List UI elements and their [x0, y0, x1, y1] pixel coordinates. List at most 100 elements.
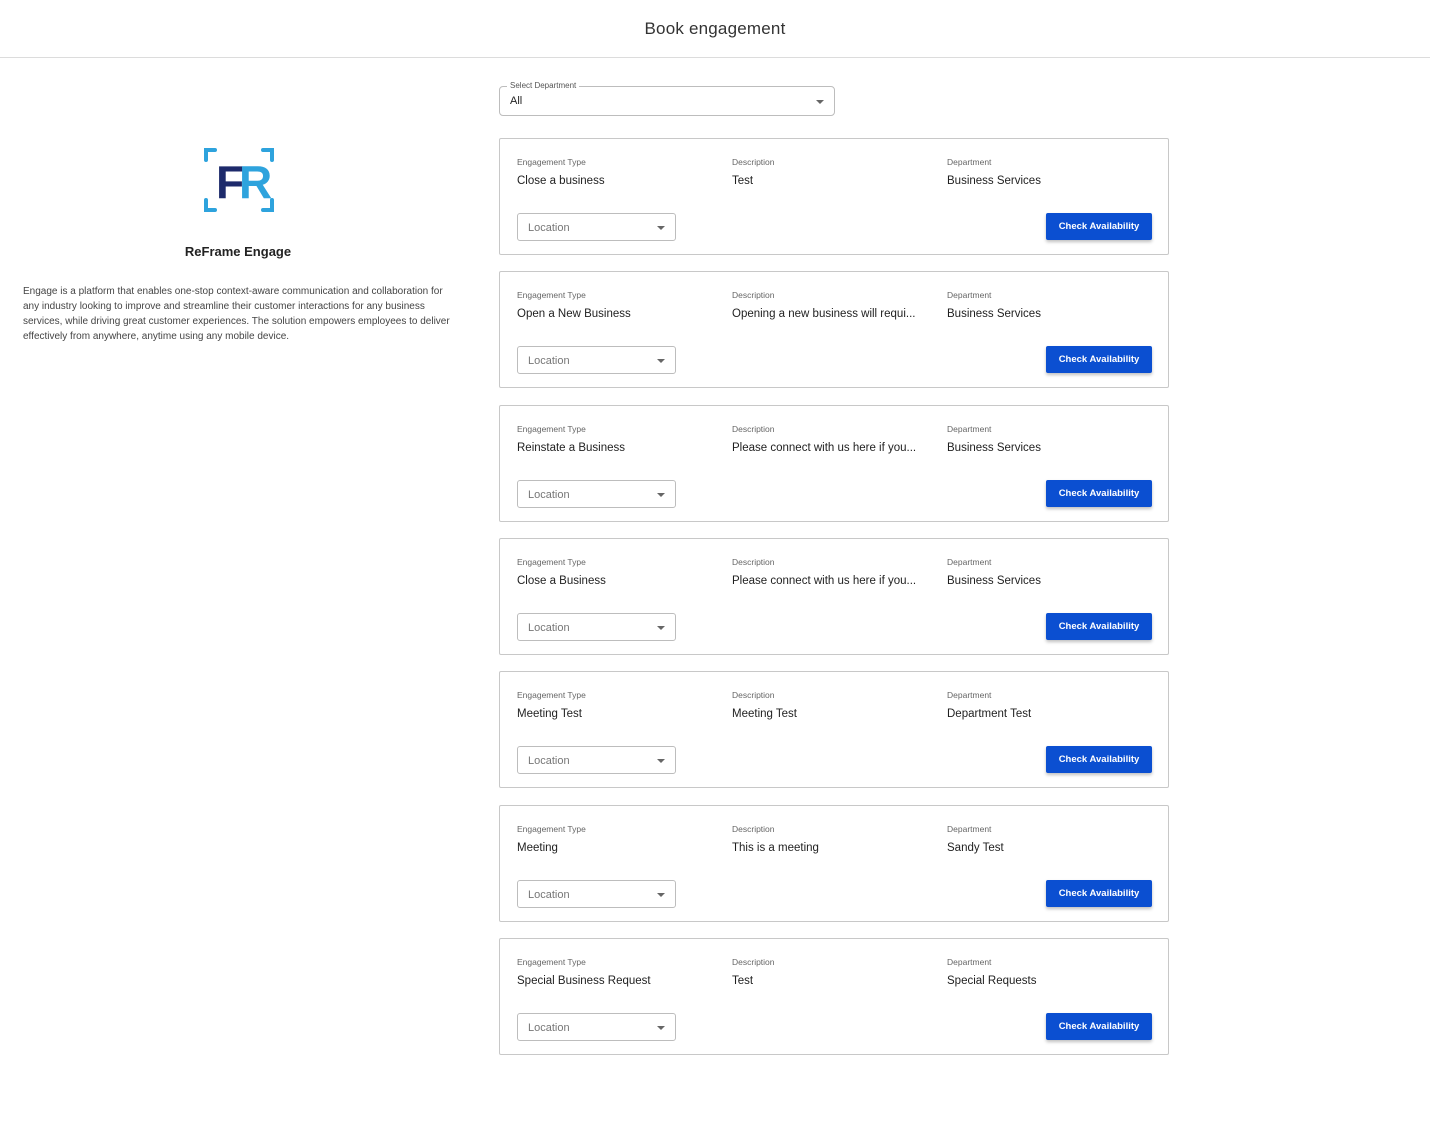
location-placeholder: Location [528, 1022, 570, 1034]
department-field: Department Business Services [947, 157, 1152, 188]
engagement-card: Engagement Type Special Business Request D… [499, 938, 1169, 1055]
chevron-down-icon [657, 226, 665, 230]
engagement-type-value: Close a Business [517, 575, 606, 587]
engagement-type-field: Engagement Type Meeting [517, 824, 722, 855]
engagement-card: Engagement Type Meeting Test Description Me… [499, 671, 1169, 788]
department-field: Department Business Services [947, 557, 1152, 588]
engagement-type-label: Engagement Type [517, 157, 586, 167]
description-value: Meeting Test [732, 708, 797, 720]
description-field: Description Please connect with us here i… [732, 424, 937, 455]
department-value: Sandy Test [947, 842, 1004, 854]
location-placeholder: Location [528, 489, 570, 501]
check-availability-button[interactable]: Check Availability [1046, 213, 1152, 240]
description-label: Description [732, 557, 775, 567]
check-availability-button[interactable]: Check Availability [1046, 880, 1152, 907]
location-placeholder: Location [528, 889, 570, 901]
engagement-type-label: Engagement Type [517, 824, 586, 834]
page-title: Book engagement [644, 18, 786, 38]
department-value: Business Services [947, 575, 1041, 587]
engagement-type-field: Engagement Type Open a New Business [517, 290, 722, 321]
check-availability-button[interactable]: Check Availability [1046, 346, 1152, 373]
check-availability-button[interactable]: Check Availability [1046, 746, 1152, 773]
location-placeholder: Location [528, 622, 570, 634]
engagement-type-field: Engagement Type Close a Business [517, 557, 722, 588]
engagement-type-value: Open a New Business [517, 308, 631, 320]
department-label: Department [947, 157, 992, 167]
department-select-value: All [510, 95, 523, 107]
description-label: Description [732, 157, 775, 167]
description-label: Description [732, 690, 775, 700]
department-value: Special Requests [947, 975, 1037, 987]
description-label: Description [732, 424, 775, 434]
engagement-type-field: Engagement Type Close a business [517, 157, 722, 188]
engagement-card: Engagement Type Reinstate a Business Descr… [499, 405, 1169, 522]
department-label: Department [947, 424, 992, 434]
description-label: Description [732, 290, 775, 300]
svg-text:R: R [239, 156, 272, 208]
check-availability-button[interactable]: Check Availability [1046, 1013, 1152, 1040]
check-availability-button[interactable]: Check Availability [1046, 480, 1152, 507]
description-value: Please connect with us here if you... [732, 575, 917, 587]
engagement-type-field: Engagement Type Reinstate a Business [517, 424, 722, 455]
engagement-card: Engagement Type Meeting Description This is… [499, 805, 1169, 922]
location-select[interactable]: Location [517, 1013, 676, 1041]
department-label: Department [947, 290, 992, 300]
engagement-type-field: Engagement Type Special Business Request [517, 957, 722, 988]
description-field: Description Meeting Test [732, 690, 937, 721]
department-field: Department Special Requests [947, 957, 1152, 988]
chevron-down-icon [816, 100, 824, 104]
department-field: Department Department Test [947, 690, 1152, 721]
top-bar: Book engagement [0, 0, 1430, 58]
department-select-label: Select Department [507, 81, 580, 91]
description-label: Description [732, 957, 775, 967]
department-select[interactable]: Select Department All [499, 81, 835, 116]
engagement-type-label: Engagement Type [517, 557, 586, 567]
department-value: Department Test [947, 708, 1032, 720]
description-value: Test [732, 975, 754, 987]
department-label: Department [947, 690, 992, 700]
check-availability-button[interactable]: Check Availability [1046, 613, 1152, 640]
department-label: Department [947, 557, 992, 567]
chevron-down-icon [657, 1026, 665, 1030]
chevron-down-icon [657, 893, 665, 897]
department-label: Department [947, 824, 992, 834]
location-select[interactable]: Location [517, 346, 676, 374]
engagement-card: Engagement Type Open a New Business Descri… [499, 271, 1169, 388]
engagement-card: Engagement Type Close a Business Descripti… [499, 538, 1169, 655]
location-select[interactable]: Location [517, 613, 676, 641]
chevron-down-icon [657, 359, 665, 363]
description-field: Description Please connect with us here i… [732, 557, 937, 588]
location-placeholder: Location [528, 755, 570, 767]
location-select[interactable]: Location [517, 213, 676, 241]
engagement-type-value: Meeting Test [517, 708, 582, 720]
department-field: Department Sandy Test [947, 824, 1152, 855]
department-field: Department Business Services [947, 424, 1152, 455]
description-field: Description Opening a new business will r… [732, 290, 937, 321]
engagement-type-value: Special Business Request [517, 975, 651, 987]
description-label: Description [732, 824, 775, 834]
location-select[interactable]: Location [517, 880, 676, 908]
department-field: Department Business Services [947, 290, 1152, 321]
description-field: Description Test [732, 957, 937, 988]
location-select[interactable]: Location [517, 746, 676, 774]
location-select[interactable]: Location [517, 480, 676, 508]
reframe-logo: F R [204, 148, 274, 212]
brand-description: Engage is a platform that enables one-st… [23, 286, 450, 342]
engagement-type-value: Close a business [517, 175, 605, 187]
description-field: Description This is a meeting [732, 824, 937, 855]
engagement-type-label: Engagement Type [517, 690, 586, 700]
engagement-type-value: Meeting [517, 842, 558, 854]
department-value: Business Services [947, 442, 1041, 454]
engagement-card: Engagement Type Close a business Descripti… [499, 138, 1169, 255]
engagement-type-label: Engagement Type [517, 424, 586, 434]
description-value: This is a meeting [732, 842, 819, 854]
engagement-type-value: Reinstate a Business [517, 442, 626, 454]
chevron-down-icon [657, 493, 665, 497]
brand-name: ReFrame Engage [184, 244, 292, 259]
location-placeholder: Location [528, 355, 570, 367]
description-value: Opening a new business will requi... [732, 308, 916, 320]
engagement-type-label: Engagement Type [517, 290, 586, 300]
chevron-down-icon [657, 626, 665, 630]
engagement-type-label: Engagement Type [517, 957, 586, 967]
chevron-down-icon [657, 759, 665, 763]
